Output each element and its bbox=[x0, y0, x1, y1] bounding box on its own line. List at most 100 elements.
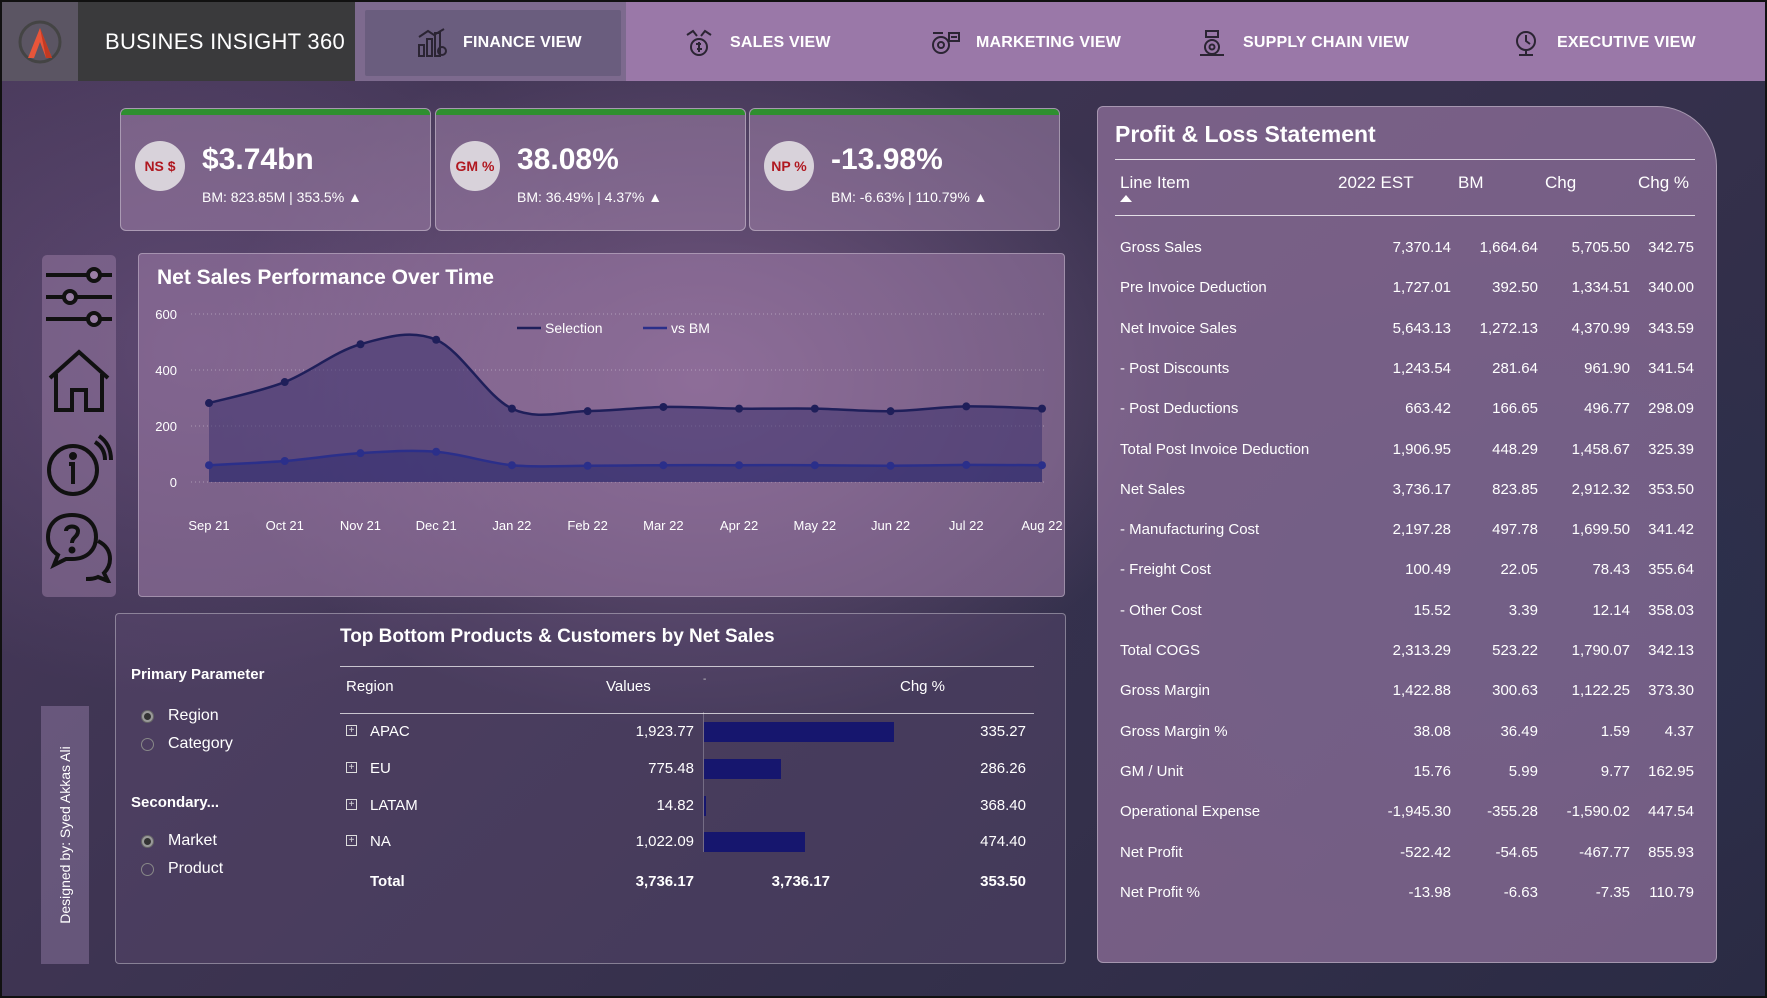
tab-finance-view[interactable]: FINANCE VIEW bbox=[365, 10, 621, 76]
data-point bbox=[1038, 461, 1046, 470]
kpi-card-net-profit[interactable]: NP % -13.98% BM: -6.63% | 110.79% ▲ bbox=[749, 108, 1060, 231]
tab-supply-chain-view[interactable]: SUPPLY CHAIN VIEW bbox=[1195, 10, 1455, 76]
col-header-chg[interactable]: Chg % bbox=[900, 678, 945, 695]
col-header-values[interactable]: Values bbox=[606, 678, 651, 695]
x-tick-label: Apr 22 bbox=[720, 518, 758, 533]
pl-row[interactable]: Gross Margin 1,422.88 300.63 1,122.25 373.30 bbox=[1098, 672, 1718, 712]
atliq-logo-icon bbox=[18, 20, 62, 63]
expand-icon[interactable]: + bbox=[346, 725, 357, 736]
pl-value: 353.50 bbox=[1648, 480, 1694, 498]
pl-row[interactable]: Net Profit % -13.98 -6.63 -7.35 110.79 bbox=[1098, 874, 1718, 914]
radio-region[interactable]: Region bbox=[141, 707, 219, 725]
kpi-badge: GM % bbox=[450, 141, 500, 191]
pl-header-line-item[interactable]: Line Item bbox=[1120, 173, 1190, 193]
pl-line-item: Pre Invoice Deduction bbox=[1120, 279, 1267, 297]
row-value: 1,923.77 bbox=[635, 723, 694, 740]
expand-icon[interactable]: + bbox=[346, 835, 357, 846]
pl-row[interactable]: Net Sales 3,736.17 823.85 2,912.32 353.50 bbox=[1098, 471, 1718, 511]
expand-icon[interactable]: + bbox=[346, 799, 357, 810]
pl-line-item: - Post Deductions bbox=[1120, 400, 1239, 418]
table-row[interactable]: + LATAM 14.82 368.40 bbox=[340, 788, 1034, 824]
table-row[interactable]: + EU 775.48 286.26 bbox=[340, 751, 1034, 787]
pl-row[interactable]: GM / Unit 15.76 5.99 9.77 162.95 bbox=[1098, 753, 1718, 793]
pl-row[interactable]: Pre Invoice Deduction 1,727.01 392.50 1,334… bbox=[1098, 269, 1718, 309]
row-value: 1,022.09 bbox=[635, 833, 694, 850]
table-row[interactable]: + NA 1,022.09 474.40 bbox=[340, 824, 1034, 860]
net-sales-chart[interactable]: 0 200 400 600 Sep 21 Oct 21 Nov 21 Dec 21 Jan 22… bbox=[139, 254, 1064, 596]
pl-row[interactable]: - Post Deductions 663.42 166.65 496.77 298.0… bbox=[1098, 390, 1718, 430]
info-icon[interactable] bbox=[42, 425, 116, 505]
kpi-card-gross-margin[interactable]: GM % 38.08% BM: 36.49% | 4.37% ▲ bbox=[435, 108, 746, 231]
radio-label: Region bbox=[168, 707, 219, 724]
pl-row[interactable]: Total COGS 2,313.29 523.22 1,790.07 342.13 bbox=[1098, 632, 1718, 672]
help-chat-icon[interactable] bbox=[42, 507, 116, 587]
radio-category[interactable]: Category bbox=[141, 735, 233, 753]
radio-button[interactable] bbox=[141, 834, 154, 848]
radio-product[interactable]: Product bbox=[141, 860, 223, 878]
net-sales-chart-panel[interactable]: Net Sales Performance Over Time 0 200 400 6… bbox=[138, 253, 1065, 597]
pl-row[interactable]: Total Post Invoice Deduction 1,906.95 448.… bbox=[1098, 431, 1718, 471]
pl-line-item: Gross Sales bbox=[1120, 239, 1202, 256]
radio-button[interactable] bbox=[141, 737, 154, 751]
app-title-box: BUSINES INSIGHT 360 bbox=[78, 2, 355, 81]
data-point bbox=[583, 407, 592, 416]
tab-sales-view[interactable]: SALES VIEW bbox=[682, 10, 862, 76]
radio-market[interactable]: Market bbox=[141, 832, 217, 850]
kpi-card-net-sales[interactable]: NS $ $3.74bn BM: 823.85M | 353.5% ▲ bbox=[120, 108, 431, 231]
logo[interactable] bbox=[2, 2, 78, 81]
pl-value: 340.00 bbox=[1648, 279, 1694, 297]
pl-header-chg[interactable]: Chg bbox=[1545, 173, 1576, 193]
row-value: 14.82 bbox=[656, 797, 694, 814]
pl-value: 341.54 bbox=[1648, 359, 1694, 377]
pl-value: 342.13 bbox=[1648, 642, 1694, 659]
pl-row[interactable]: Gross Margin % 38.08 36.49 1.59 4.37 bbox=[1098, 713, 1718, 753]
x-tick-label: Mar 22 bbox=[643, 518, 683, 533]
sort-ascending-icon[interactable] bbox=[1120, 195, 1132, 202]
row-bar bbox=[704, 796, 706, 816]
tab-executive-view[interactable]: EXECUTIVE VIEW bbox=[1509, 10, 1729, 76]
radio-button[interactable] bbox=[141, 709, 154, 723]
pl-value: 355.64 bbox=[1648, 561, 1694, 579]
pl-line-item: Total Post Invoice Deduction bbox=[1120, 440, 1310, 458]
pl-row[interactable]: - Post Discounts 1,243.54 281.64 961.90 341.… bbox=[1098, 350, 1718, 390]
pl-row[interactable]: - Manufacturing Cost 2,197.28 497.78 1,699.… bbox=[1098, 511, 1718, 551]
pl-row[interactable]: Gross Sales 7,370.14 1,664.64 5,705.50 342.7… bbox=[1098, 229, 1718, 269]
expand-icon[interactable]: + bbox=[346, 762, 357, 773]
pl-header-2022-est[interactable]: 2022 EST bbox=[1338, 173, 1414, 193]
pl-line-item: - Manufacturing Cost bbox=[1120, 521, 1260, 539]
tab-marketing-label: MARKETING VIEW bbox=[976, 34, 1122, 51]
pl-row[interactable]: - Other Cost 15.52 3.39 12.14 358.03 bbox=[1098, 592, 1718, 632]
supply-chain-icon bbox=[1195, 26, 1229, 60]
tab-sales-label: SALES VIEW bbox=[730, 34, 831, 51]
pl-line-item: Net Sales bbox=[1120, 480, 1186, 498]
kpi-status-bar bbox=[750, 109, 1059, 115]
secondary-parameter-title: Secondary... bbox=[131, 794, 220, 811]
pl-value: 298.09 bbox=[1648, 400, 1694, 418]
pl-header-rule bbox=[1115, 215, 1695, 216]
data-point bbox=[810, 404, 819, 413]
pl-row[interactable]: Net Invoice Sales 5,643.13 1,272.13 4,370.9… bbox=[1098, 310, 1718, 350]
row-label: APAC bbox=[370, 723, 410, 740]
row-chg: 335.27 bbox=[980, 723, 1026, 740]
pl-header-bm[interactable]: BM bbox=[1458, 173, 1484, 193]
home-icon[interactable] bbox=[42, 341, 116, 421]
finance-chart-icon bbox=[415, 26, 449, 60]
filter-sliders-icon[interactable] bbox=[42, 257, 116, 337]
radio-label: Category bbox=[168, 735, 233, 752]
pl-header-chg-pct[interactable]: Chg % bbox=[1638, 173, 1689, 193]
pl-row[interactable]: Net Profit -522.42 -54.65 -467.77 855.93 bbox=[1098, 834, 1718, 874]
tab-marketing-view[interactable]: MARKETING VIEW bbox=[928, 10, 1148, 76]
pl-line-item: Gross Margin % bbox=[1120, 722, 1228, 740]
pl-row[interactable]: - Freight Cost 100.49 22.05 78.43 355.64 bbox=[1098, 551, 1718, 591]
x-tick-label: Feb 22 bbox=[567, 518, 607, 533]
data-point bbox=[205, 399, 213, 408]
table-row[interactable]: + APAC 1,923.77 335.27 bbox=[340, 714, 1034, 750]
radio-button[interactable] bbox=[141, 862, 154, 876]
row-bar bbox=[704, 722, 894, 742]
total-label: Total bbox=[370, 873, 405, 890]
kpi-value: $3.74bn bbox=[202, 143, 314, 176]
data-point bbox=[432, 447, 441, 456]
pl-row[interactable]: Operational Expense -1,945.30 -355.28 -1,59… bbox=[1098, 793, 1718, 833]
col-header-region[interactable]: Region bbox=[346, 678, 394, 695]
y-tick-label: 400 bbox=[155, 363, 177, 378]
